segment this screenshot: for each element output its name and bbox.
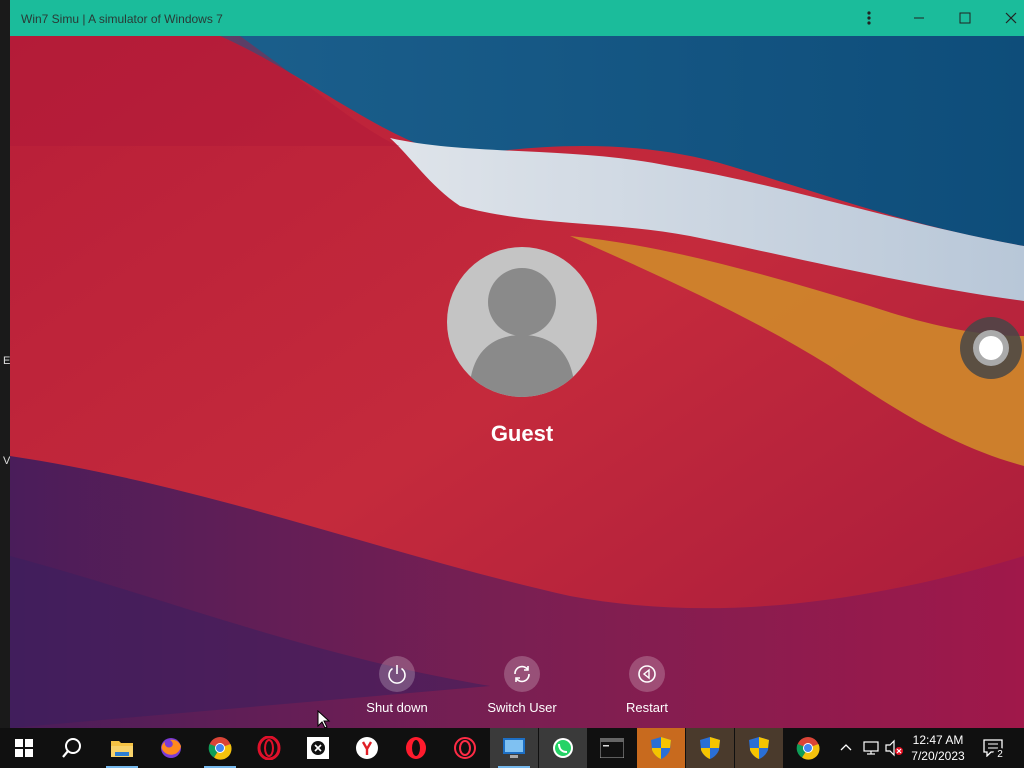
- taskbar-remote-desktop[interactable]: [490, 728, 538, 768]
- lock-screen-wallpaper: Guest Shut down Switch User Restart: [10, 36, 1024, 728]
- taskbar-file-explorer[interactable]: [98, 728, 146, 768]
- opera-red-icon: [406, 737, 426, 759]
- user-silhouette-icon: [469, 268, 575, 397]
- app-window: Win7 Simu | A simulator of Windows 7 Gue…: [10, 0, 1024, 728]
- terminal-icon: [600, 738, 624, 758]
- chrome-icon: [796, 737, 820, 760]
- notification-count-badge: 2: [993, 748, 1007, 762]
- taskbar-yandex[interactable]: [343, 728, 391, 768]
- restart-label: Restart: [626, 700, 668, 715]
- search-button[interactable]: [48, 728, 96, 768]
- title-bar[interactable]: Win7 Simu | A simulator of Windows 7: [10, 0, 1024, 36]
- taskbar-opera[interactable]: [245, 728, 293, 768]
- taskbar-opera-red[interactable]: [392, 728, 440, 768]
- taskbar-shield-3[interactable]: [735, 728, 783, 768]
- chevron-up-icon[interactable]: [840, 742, 852, 752]
- folder-icon: [111, 741, 133, 757]
- opera-icon: [257, 736, 281, 760]
- taskbar-opera-gx[interactable]: [441, 728, 489, 768]
- whatsapp-icon: [553, 738, 573, 758]
- taskbar-shield-2[interactable]: [686, 728, 734, 768]
- taskbar-terminal[interactable]: [588, 728, 636, 768]
- assistive-touch-icon: [979, 336, 1003, 360]
- taskbar: 12:47 AM 7/20/2023 2: [0, 728, 1024, 768]
- chrome-icon: [208, 737, 232, 760]
- remote-desktop-icon: [503, 738, 525, 758]
- user-avatar: [447, 247, 597, 397]
- minimize-icon: [914, 17, 924, 19]
- host-desktop-edge: E V: [0, 0, 10, 728]
- network-icon[interactable]: [862, 740, 880, 756]
- windows-logo-icon: [15, 739, 33, 757]
- clock-time: 12:47 AM: [912, 733, 964, 747]
- start-button[interactable]: [0, 728, 48, 768]
- search-icon: [62, 738, 81, 758]
- user-name: Guest: [490, 421, 554, 446]
- taskbar-chrome-2[interactable]: [784, 728, 832, 768]
- power-icon: [388, 665, 406, 684]
- firefox-icon: [161, 738, 181, 758]
- more-options-button[interactable]: [846, 0, 892, 36]
- switch-user-label: Switch User: [487, 700, 557, 715]
- taskbar-whatsapp[interactable]: [539, 728, 587, 768]
- opera-gx-icon: [454, 737, 476, 759]
- more-vertical-icon: [867, 11, 871, 25]
- window-title: Win7 Simu | A simulator of Windows 7: [21, 12, 223, 26]
- taskbar-clock[interactable]: 12:47 AM 7/20/2023: [906, 732, 970, 764]
- taskbar-firefox[interactable]: [147, 728, 195, 768]
- restart-icon: [638, 665, 656, 683]
- switch-user-button[interactable]: Switch User: [467, 656, 577, 715]
- close-button[interactable]: [988, 0, 1024, 36]
- maximize-button[interactable]: [942, 0, 988, 36]
- shield-icon: [651, 737, 671, 759]
- maximize-icon: [959, 12, 971, 24]
- assistive-touch-button[interactable]: [960, 317, 1022, 379]
- volume-muted-icon[interactable]: [884, 739, 904, 757]
- app-x-icon: [307, 737, 329, 759]
- close-icon: [1005, 12, 1017, 24]
- yandex-icon: [356, 737, 378, 759]
- taskbar-chrome[interactable]: [196, 728, 244, 768]
- mouse-cursor-icon: [317, 710, 331, 728]
- taskbar-app-x[interactable]: [294, 728, 342, 768]
- shield-icon: [749, 737, 769, 759]
- restart-button[interactable]: Restart: [592, 656, 702, 715]
- clock-date: 7/20/2023: [911, 749, 965, 763]
- shut-down-button[interactable]: Shut down: [342, 656, 452, 715]
- minimize-button[interactable]: [896, 0, 942, 36]
- shut-down-label: Shut down: [366, 700, 428, 715]
- switch-user-icon: [514, 665, 530, 683]
- taskbar-shield-1[interactable]: [637, 728, 685, 768]
- shield-icon: [700, 737, 720, 759]
